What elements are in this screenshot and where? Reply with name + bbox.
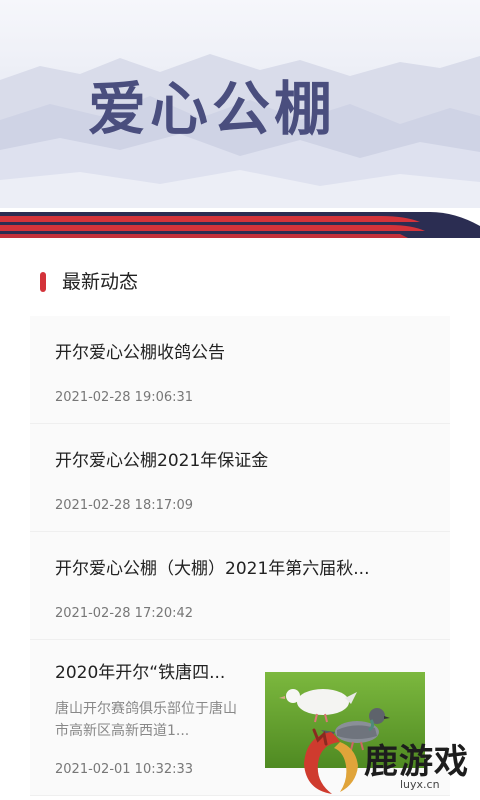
watermark-url: luyx.cn [400, 778, 440, 791]
header-banner: 爱心公棚 [0, 0, 480, 210]
news-item[interactable]: 开尔爱心公棚2021年保证金 2021-02-28 18:17:09 [30, 424, 450, 532]
watermark-text: 鹿游戏 [364, 742, 469, 782]
banner-title: 爱心公棚 [88, 75, 337, 143]
deer-logo-icon [304, 728, 358, 794]
news-title: 开尔爱心公棚2021年保证金 [55, 451, 269, 471]
news-timestamp: 2021-02-28 19:06:31 [55, 390, 194, 405]
news-timestamp: 2021-02-01 10:32:33 [55, 762, 194, 777]
news-description: 唐山开尔赛鸽俱乐部位于唐山市高新区高新西道1... [55, 701, 237, 739]
news-title: 2020年开尔“铁唐四... [55, 663, 226, 683]
news-title: 开尔爱心公棚收鸽公告 [55, 343, 225, 363]
news-timestamp: 2021-02-28 18:17:09 [55, 498, 194, 513]
watermark: 鹿游戏 luyx.cn [296, 724, 480, 800]
news-title: 开尔爱心公棚（大棚）2021年第六届秋... [55, 559, 370, 579]
news-timestamp: 2021-02-28 17:20:42 [55, 606, 194, 621]
section-title: 最新动态 [62, 271, 139, 293]
section-header: 最新动态 [0, 258, 480, 302]
news-item[interactable]: 开尔爱心公棚（大棚）2021年第六届秋... 2021-02-28 17:20:… [30, 532, 450, 640]
section-accent-bar [40, 272, 46, 292]
news-item[interactable]: 开尔爱心公棚收鸽公告 2021-02-28 19:06:31 [30, 316, 450, 424]
decorative-stripes [0, 208, 480, 238]
